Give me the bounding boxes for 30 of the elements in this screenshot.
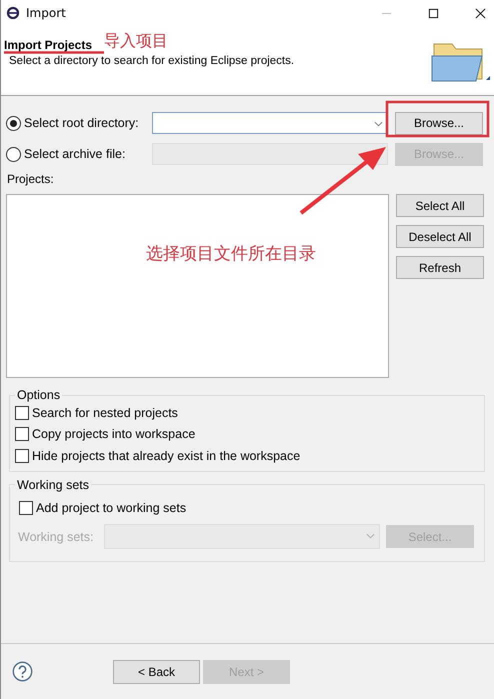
radio-button[interactable] — [6, 116, 21, 130]
wizard-button[interactable]: < Back — [113, 660, 200, 684]
checkbox-label: Search for nested projects — [32, 406, 178, 420]
annotation-text: 选择项目文件所在目录 — [146, 243, 316, 265]
directory-combo-box[interactable] — [152, 112, 388, 134]
checkbox[interactable] — [15, 427, 29, 442]
close-icon[interactable] — [475, 8, 486, 18]
radio-label: Select archive file: — [24, 147, 126, 161]
page-description: Select a directory to search for existing Eclipse projects. — [8, 55, 294, 67]
window-title: Import — [26, 6, 66, 20]
radio-button[interactable] — [6, 146, 21, 162]
annotation-text: 导入项目 — [104, 31, 168, 52]
checkbox[interactable] — [15, 448, 29, 463]
list-action-button[interactable]: Deselect All — [396, 225, 484, 248]
checkbox-label: Add project to working sets — [36, 501, 186, 516]
eclipse-logo-icon — [6, 6, 20, 20]
list-action-button[interactable]: Select All — [396, 194, 484, 217]
list-action-button[interactable]: Refresh — [396, 256, 484, 279]
help-icon[interactable] — [12, 661, 33, 682]
maximize-icon[interactable] — [428, 8, 439, 18]
field-label: Working sets: — [18, 530, 94, 544]
radio-label: Select root directory: — [24, 116, 140, 130]
checkbox-label: Hide projects that already exist in the workspace — [32, 448, 300, 463]
group-title: Working sets — [16, 478, 90, 492]
checkbox-label: Copy projects into workspace — [32, 427, 196, 442]
page-title: Import Projects — [4, 38, 92, 52]
projects-label: Projects: — [7, 172, 55, 186]
browse-button[interactable]: Browse... — [395, 112, 483, 134]
checkbox[interactable] — [15, 406, 29, 420]
group-title: Options — [16, 388, 62, 402]
